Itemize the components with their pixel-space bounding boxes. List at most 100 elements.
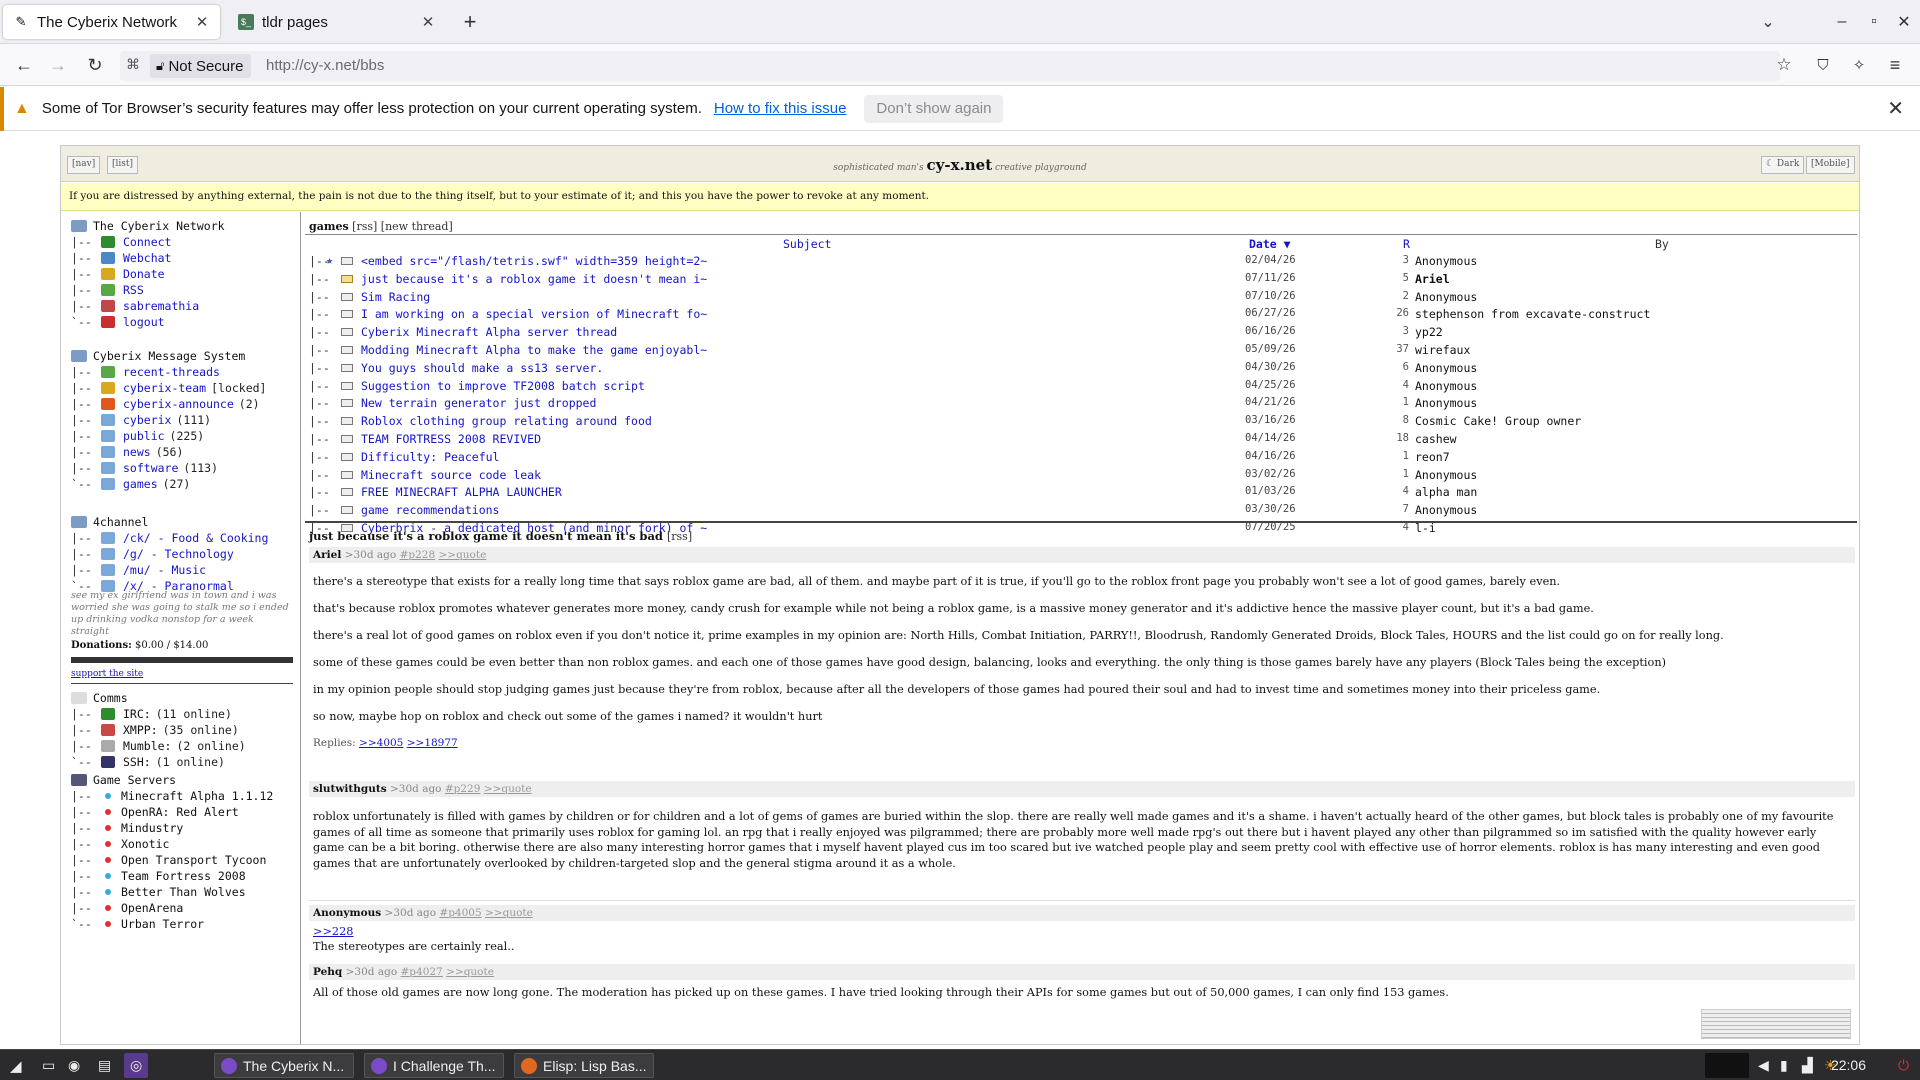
tree-item[interactable]: |-- Xonotic: [71, 836, 301, 852]
thread-row[interactable]: |-- just because it's a roblox game it do…: [305, 271, 1857, 289]
tree-item-label[interactable]: Webchat: [123, 251, 171, 265]
tree-item-label[interactable]: public: [123, 429, 165, 443]
col-replies[interactable]: R: [1403, 237, 1410, 251]
thread-subject-link[interactable]: New terrain generator just dropped: [361, 396, 596, 410]
tor-circuit-icon[interactable]: ⌘: [126, 56, 140, 73]
col-subject[interactable]: Subject: [783, 237, 831, 251]
menu-icon[interactable]: ≡: [1881, 51, 1909, 79]
tree-item-label[interactable]: software: [123, 461, 178, 475]
tree-item[interactable]: |-- XMPP: (35 online): [71, 722, 301, 738]
tab-close-icon[interactable]: ✕: [194, 13, 210, 31]
volume-icon[interactable]: ◀: [1752, 1053, 1775, 1078]
thread-subject-link[interactable]: Difficulty: Peaceful: [361, 450, 499, 464]
dark-mode-button[interactable]: ☾ Dark: [1761, 156, 1805, 174]
clock[interactable]: 22:06: [1831, 1057, 1866, 1073]
tree-item[interactable]: |-- OpenArena: [71, 900, 301, 916]
thread-row[interactable]: |-- FREE MINECRAFT ALPHA LAUNCHER 01/03/26…: [305, 484, 1857, 502]
tree-item-label[interactable]: cyberix: [123, 413, 171, 427]
tree-item[interactable]: |-- Connect: [71, 234, 301, 250]
tree-item[interactable]: |-- Mindustry: [71, 820, 301, 836]
post-id-link[interactable]: #p4005: [439, 907, 481, 919]
tab-list-button[interactable]: ⌄: [1756, 10, 1780, 34]
tree-item-label[interactable]: /mu/ - Music: [123, 563, 206, 577]
thread-row[interactable]: |-- I am working on a special version of …: [305, 306, 1857, 324]
tree-item[interactable]: |-- cyberix-team [locked]: [71, 380, 301, 396]
tree-item-label[interactable]: cyberix-team: [123, 381, 206, 395]
tree-item-label[interactable]: news: [123, 445, 151, 459]
tree-item[interactable]: |-- Mumble: (2 online): [71, 738, 301, 754]
post-thumbnail[interactable]: [1701, 1009, 1851, 1039]
thread-row[interactable]: |-- game recommendations 03/30/26 7 Anonymou…: [305, 502, 1857, 520]
thread-row[interactable]: |-- ★ <embed src="/flash/tetris.swf" width…: [305, 253, 1857, 271]
forward-icon[interactable]: →: [44, 51, 72, 79]
thread-row[interactable]: |-- Modding Minecraft Alpha to make the g…: [305, 342, 1857, 360]
thread-row[interactable]: |-- Sim Racing 07/10/26 2 Anonymous: [305, 289, 1857, 307]
tree-item[interactable]: |-- Donate: [71, 266, 301, 282]
tree-item[interactable]: |-- news (56): [71, 444, 301, 460]
tree-item-label[interactable]: recent-threads: [123, 365, 220, 379]
brand-name[interactable]: cy-x.net: [927, 156, 993, 174]
start-menu-icon[interactable]: ◢: [4, 1053, 28, 1078]
board-rss-link[interactable]: [rss]: [352, 220, 377, 233]
tree-item-label[interactable]: cyberix-announce: [123, 397, 234, 411]
tree-item[interactable]: |-- software (113): [71, 460, 301, 476]
post-id-link[interactable]: #p229: [445, 783, 481, 795]
dont-show-again-button[interactable]: Don’t show again: [864, 94, 1004, 123]
thread-subject-link[interactable]: just because it's a roblox game it doesn…: [361, 272, 707, 286]
tree-item-label[interactable]: RSS: [123, 283, 144, 297]
signal-icon[interactable]: ▟: [1796, 1053, 1819, 1078]
new-thread-link[interactable]: [new thread]: [381, 220, 453, 233]
thread-row[interactable]: |-- Cyberix Minecraft Alpha server thread…: [305, 324, 1857, 342]
thread-row[interactable]: |-- New terrain generator just dropped 04/…: [305, 395, 1857, 413]
col-date[interactable]: Date ▼: [1249, 237, 1291, 251]
browser-launcher-icon[interactable]: ◉: [62, 1053, 86, 1078]
thread-row[interactable]: |-- Minecraft source code leak 03/02/26 1 An…: [305, 467, 1857, 485]
tree-item[interactable]: `-- Urban Terror: [71, 916, 301, 932]
tree-item-label[interactable]: sabremathia: [123, 299, 199, 313]
quote-link[interactable]: >>quote: [484, 783, 532, 795]
tree-item[interactable]: |-- sabremathia: [71, 298, 301, 314]
tree-item[interactable]: |-- /mu/ - Music: [71, 562, 301, 578]
new-tab-button[interactable]: +: [458, 9, 482, 34]
quote-link[interactable]: >>quote: [438, 549, 486, 561]
thread-subject-link[interactable]: Sim Racing: [361, 290, 430, 304]
support-link[interactable]: support the site: [71, 669, 143, 679]
reload-icon[interactable]: ↻: [81, 51, 109, 79]
files-launcher-icon[interactable]: ▤: [92, 1053, 117, 1078]
tree-item[interactable]: |-- RSS: [71, 282, 301, 298]
reply-link[interactable]: >>4005: [359, 737, 403, 749]
tor-launcher-icon[interactable]: ◎: [124, 1053, 149, 1078]
thread-row[interactable]: |-- You guys should make a ss13 server. 04…: [305, 360, 1857, 378]
thread-row[interactable]: |-- Difficulty: Peaceful 04/16/26 1 reon7: [305, 449, 1857, 467]
tree-item[interactable]: |-- cyberix-announce (2): [71, 396, 301, 412]
bookmark-star-icon[interactable]: ☆: [1770, 51, 1798, 79]
tree-item[interactable]: |-- Better Than Wolves: [71, 884, 301, 900]
new-identity-icon[interactable]: ✧: [1845, 51, 1873, 79]
tree-item[interactable]: |-- cyberix (111): [71, 412, 301, 428]
mobile-button[interactable]: [Mobile]: [1806, 156, 1855, 174]
thread-subject-link[interactable]: <embed src="/flash/tetris.swf" width=359…: [361, 254, 707, 268]
shield-icon[interactable]: ⛉: [1809, 51, 1837, 79]
taskbar-task-cyberix[interactable]: The Cyberix N...: [214, 1053, 354, 1078]
tree-item-label[interactable]: games: [123, 477, 158, 491]
notification-close-icon[interactable]: ✕: [1887, 96, 1904, 121]
post-id-link[interactable]: #p228: [400, 549, 436, 561]
tree-item[interactable]: `-- logout: [71, 314, 301, 330]
power-icon[interactable]: ⏻: [1892, 1053, 1915, 1078]
tree-item[interactable]: |-- /g/ - Technology: [71, 546, 301, 562]
thread-row[interactable]: |-- Suggestion to improve TF2008 batch sc…: [305, 378, 1857, 396]
thread-rss-link[interactable]: [rss]: [667, 530, 692, 543]
tree-item-label[interactable]: /ck/ - Food & Cooking: [123, 531, 268, 545]
post-id-link[interactable]: #p4027: [401, 966, 443, 978]
tab-close-icon[interactable]: ✕: [420, 13, 436, 31]
thread-subject-link[interactable]: game recommendations: [361, 503, 499, 517]
thread-subject-link[interactable]: Minecraft source code leak: [361, 468, 541, 482]
tree-item[interactable]: |-- Team Fortress 2008: [71, 868, 301, 884]
tree-item-label[interactable]: logout: [123, 315, 165, 329]
tree-item[interactable]: `-- SSH: (1 online): [71, 754, 301, 770]
tree-item-label[interactable]: Connect: [123, 235, 171, 249]
tree-item[interactable]: |-- recent-threads: [71, 364, 301, 380]
tree-item[interactable]: |-- Open Transport Tycoon: [71, 852, 301, 868]
url-text[interactable]: http://cy-x.net/bbs: [266, 57, 384, 74]
thread-subject-link[interactable]: FREE MINECRAFT ALPHA LAUNCHER: [361, 485, 562, 499]
